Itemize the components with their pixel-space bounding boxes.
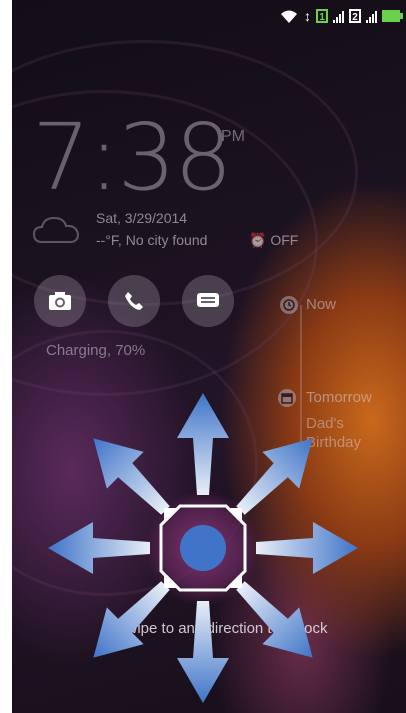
- unlock-widget[interactable]: [0, 0, 406, 713]
- arrow-up[interactable]: [177, 393, 229, 495]
- arrow-left[interactable]: [48, 522, 150, 574]
- unlock-handle[interactable]: [180, 525, 226, 571]
- arrow-right[interactable]: [256, 522, 358, 574]
- arrow-down[interactable]: [177, 601, 229, 703]
